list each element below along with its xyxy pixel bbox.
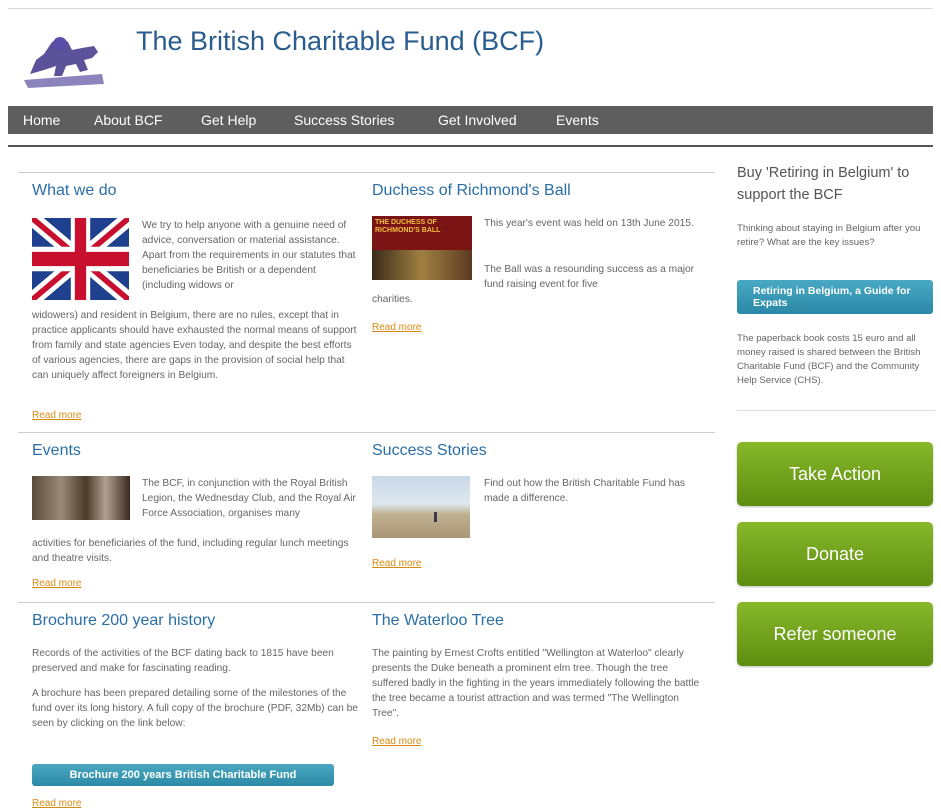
poster-text: THE DUCHESS OF RICHMOND'S BALL bbox=[375, 219, 441, 234]
card-text: The Ball was a resounding success as a m… bbox=[484, 264, 695, 290]
card-text: The BCF, in conjunction with the Royal B… bbox=[142, 478, 356, 519]
card-what-we-do: What we do We try to help anyone with a … bbox=[32, 182, 362, 432]
card-title[interactable]: Success Stories bbox=[372, 442, 702, 460]
card-waterloo-tree: The Waterloo Tree The painting by Ernest… bbox=[372, 612, 702, 752]
beach-photo bbox=[372, 476, 470, 538]
nav-success-stories[interactable]: Success Stories bbox=[294, 112, 394, 128]
site-title: The British Charitable Fund (BCF) bbox=[136, 26, 545, 56]
card-text-continued: activities for beneficiaries of the fund… bbox=[32, 538, 349, 564]
row-divider bbox=[18, 172, 715, 173]
brochure-download-button[interactable]: Brochure 200 years British Charitable Fu… bbox=[32, 764, 334, 786]
card-success-stories: Success Stories Find out how the British… bbox=[372, 442, 702, 582]
main-navigation: Home About BCF Get Help Success Stories … bbox=[8, 106, 933, 134]
nav-events[interactable]: Events bbox=[556, 112, 599, 128]
figure bbox=[434, 512, 437, 522]
refer-someone-button[interactable]: Refer someone bbox=[737, 602, 933, 666]
top-divider bbox=[8, 8, 933, 9]
card-text-continued: charities. bbox=[372, 294, 413, 305]
card-richmond-ball: Duchess of Richmond's Ball THE DUCHESS O… bbox=[372, 182, 702, 352]
sidebar: Buy 'Retiring in Belgium' to support the… bbox=[737, 162, 935, 666]
card-text: This year's event was held on 13th June … bbox=[484, 218, 694, 229]
nav-get-help[interactable]: Get Help bbox=[201, 112, 256, 128]
card-title[interactable]: The Waterloo Tree bbox=[372, 612, 702, 630]
read-more-link[interactable]: Read more bbox=[372, 322, 421, 333]
card-text: Find out how the British Charitable Fund… bbox=[484, 478, 686, 504]
read-more-link[interactable]: Read more bbox=[372, 558, 421, 569]
read-more-link[interactable]: Read more bbox=[32, 798, 81, 809]
sidebar-divider bbox=[737, 410, 935, 411]
row-divider bbox=[18, 432, 715, 433]
nav-home[interactable]: Home bbox=[23, 112, 60, 128]
nav-divider bbox=[8, 145, 933, 147]
card-text: Records of the activities of the BCF dat… bbox=[32, 648, 334, 674]
sidebar-intro: Thinking about staying in Belgium after … bbox=[737, 223, 921, 248]
sidebar-details: The paperback book costs 15 euro and all… bbox=[737, 333, 921, 386]
retiring-in-belgium-button[interactable]: Retiring in Belgium, a Guide for Expats bbox=[737, 280, 933, 314]
read-more-link[interactable]: Read more bbox=[372, 736, 421, 747]
card-title[interactable]: What we do bbox=[32, 182, 362, 200]
card-title[interactable]: Brochure 200 year history bbox=[32, 612, 362, 630]
card-text: We try to help anyone with a genuine nee… bbox=[142, 220, 356, 291]
read-more-link[interactable]: Read more bbox=[32, 578, 81, 589]
events-photo bbox=[32, 476, 130, 520]
card-title[interactable]: Duchess of Richmond's Ball bbox=[372, 182, 702, 200]
union-flag-image bbox=[32, 218, 129, 300]
poster-painting bbox=[372, 250, 472, 280]
card-events: Events The BCF, in conjunction with the … bbox=[32, 442, 362, 602]
nav-get-involved[interactable]: Get Involved bbox=[438, 112, 517, 128]
row-divider bbox=[18, 602, 715, 603]
main-content: What we do We try to help anyone with a … bbox=[18, 168, 715, 812]
card-text-continued: widowers) and resident in Belgium, there… bbox=[32, 310, 357, 381]
read-more-link[interactable]: Read more bbox=[32, 410, 81, 421]
lion-logo[interactable] bbox=[22, 24, 106, 90]
nav-about[interactable]: About BCF bbox=[94, 112, 162, 128]
ball-poster-image: THE DUCHESS OF RICHMOND'S BALL bbox=[372, 216, 472, 280]
donate-button[interactable]: Donate bbox=[737, 522, 933, 586]
card-text: The painting by Ernest Crofts entitled "… bbox=[372, 648, 700, 719]
take-action-button[interactable]: Take Action bbox=[737, 442, 933, 506]
card-title[interactable]: Events bbox=[32, 442, 362, 460]
sidebar-heading: Buy 'Retiring in Belgium' to support the… bbox=[737, 165, 910, 203]
card-text: A brochure has been prepared detailing s… bbox=[32, 688, 358, 729]
